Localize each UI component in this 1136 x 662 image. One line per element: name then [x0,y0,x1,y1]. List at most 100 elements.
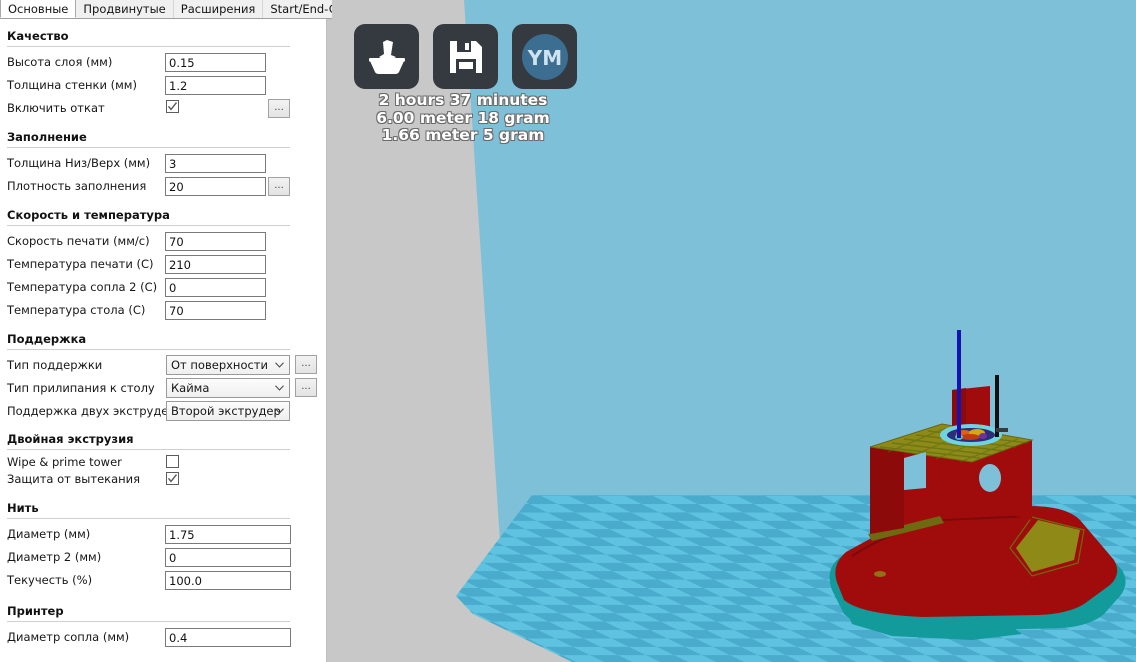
field-row-filament-flow: Текучесть (%) [0,569,326,592]
divider [7,147,290,148]
antenna-dark [995,375,999,437]
field-row-ooze-shield: Защита от вытекания [0,471,326,488]
estimate-material-2: 1.66 meter 5 gram [381,126,545,144]
field-row-print-temperature: Температура печати (C) [0,253,326,276]
mast-blue [957,330,961,438]
settings-tab-strip: Основные Продвинутые Расширения Start/En… [0,0,376,19]
group-support: Поддержка Тип поддержки От поверхности .… [0,322,326,423]
support-type-value: От поверхности [171,358,268,372]
layer-height-label: Высота слоя (мм) [7,55,113,69]
field-row-fill-density: Плотность заполнения ... [0,175,326,198]
wipe-prime-tower-checkbox[interactable] [166,455,179,468]
divider [7,46,290,47]
fill-density-input[interactable] [165,177,266,196]
support-type-select[interactable]: От поверхности [166,355,290,375]
chevron-down-icon [275,385,284,391]
divider [7,621,290,622]
fill-density-label: Плотность заполнения [7,179,147,193]
filament-flow-input[interactable] [165,571,291,590]
support-type-label: Тип поддержки [7,358,103,372]
group-filament-title: Нить [7,501,39,515]
platform-adhesion-select[interactable]: Кайма [166,378,290,398]
youmagine-icon: YM [521,33,568,80]
group-speed-temperature: Скорость и температура Скорость печати (… [0,198,326,322]
viewport-toolbar: YM [354,24,577,89]
field-row-bottom-top-thickness: Толщина Низ/Верх (мм) [0,152,326,175]
bed-temperature-label: Температура стола (C) [7,303,146,317]
group-dual-extrusion-title: Двойная экструзия [7,432,134,446]
field-row-nozzle2-temperature: Температура сопла 2 (C) [0,276,326,299]
settings-panel: Качество Высота слоя (мм) Толщина стенки… [0,19,327,662]
divider [7,449,290,450]
group-dual-extrusion: Двойная экструзия Wipe & prime tower Защ… [0,423,326,488]
chevron-down-icon [275,408,284,414]
estimate-material-1: 6.00 meter 18 gram [376,108,550,127]
dual-extrusion-support-select[interactable]: Второй экструдер [166,401,290,421]
divider [7,518,290,519]
svg-text:YM: YM [526,46,561,70]
field-row-support-type: Тип поддержки От поверхности ... [0,354,326,377]
group-quality-title: Качество [7,29,69,43]
filament-diameter2-input[interactable] [165,548,291,567]
tab-advanced[interactable]: Продвинутые [75,0,174,18]
print-speed-label: Скорость печати (мм/с) [7,234,150,248]
divider [7,225,290,226]
field-row-nozzle-size: Диаметр сопла (мм) [0,626,326,649]
settings-sidebar: Основные Продвинутые Расширения Start/En… [0,0,376,662]
group-filament: Нить Диаметр (мм) Диаметр 2 (мм) Текучес… [0,488,326,592]
tab-plugins[interactable]: Расширения [172,0,264,18]
fill-density-more-button[interactable]: ... [268,177,290,196]
nozzle2-temperature-input[interactable] [165,278,266,297]
hull-detail [874,571,886,577]
checkmark-icon [167,474,178,483]
print-speed-input[interactable] [165,232,266,251]
checkmark-icon [167,102,178,111]
3d-viewport[interactable]: YM 2 hours 37 minutes 6.00 meter 18 gram… [332,0,1136,662]
print-estimate-info: 2 hours 37 minutes 6.00 meter 18 gram 1.… [348,91,578,145]
enable-retraction-label: Включить откат [7,101,105,115]
window-right-porthole [979,464,1001,492]
filament-diameter-input[interactable] [165,525,291,544]
window-left [904,452,926,490]
bed-temperature-input[interactable] [165,301,266,320]
youmagine-button[interactable]: YM [512,24,577,89]
field-row-platform-adhesion: Тип прилипания к столу Кайма ... [0,377,326,400]
chevron-down-icon [275,362,284,368]
dual-extrusion-support-label: Поддержка двух экструдеров [7,404,190,418]
group-support-title: Поддержка [7,332,87,346]
layer-height-input[interactable] [165,53,266,72]
print-temperature-input[interactable] [165,255,266,274]
save-toolpath-icon [449,40,482,73]
filament-flow-label: Текучесть (%) [7,573,93,587]
field-row-wipe-prime-tower: Wipe & prime tower [0,454,326,471]
save-toolpath-button[interactable] [433,24,498,89]
wipe-prime-tower-label: Wipe & prime tower [7,455,122,469]
group-quality: Качество Высота слоя (мм) Толщина стенки… [0,19,326,120]
field-row-layer-height: Высота слоя (мм) [0,51,326,74]
cura-window: Основные Продвинутые Расширения Start/En… [0,0,1136,662]
field-row-print-speed: Скорость печати (мм/с) [0,230,326,253]
nozzle2-temperature-label: Температура сопла 2 (C) [7,280,158,294]
wall-thickness-input[interactable] [165,76,266,95]
enable-retraction-checkbox[interactable] [166,100,179,113]
nozzle-size-input[interactable] [165,628,291,647]
bottom-top-thickness-input[interactable] [165,154,266,173]
platform-adhesion-label: Тип прилипания к столу [7,381,155,395]
tab-basic[interactable]: Основные [0,0,77,18]
field-row-bed-temperature: Температура стола (C) [0,299,326,322]
field-row-filament-diameter2: Диаметр 2 (мм) [0,546,326,569]
load-model-button[interactable] [354,24,419,89]
ooze-shield-checkbox[interactable] [166,472,179,485]
divider [7,349,290,350]
enable-retraction-more-button[interactable]: ... [268,99,290,118]
group-fill: Заполнение Толщина Низ/Верх (мм) Плотнос… [0,120,326,198]
group-speed-temperature-title: Скорость и температура [7,208,170,222]
support-type-more-button[interactable]: ... [295,355,317,374]
platform-adhesion-more-button[interactable]: ... [295,378,317,397]
group-printer: Принтер Диаметр сопла (мм) [0,592,326,649]
field-row-dual-extrusion-support: Поддержка двух экструдеров Второй экстру… [0,400,326,423]
group-fill-title: Заполнение [7,130,87,144]
platform-adhesion-value: Кайма [171,381,210,395]
dual-extrusion-support-value: Второй экструдер [171,404,281,418]
filament-diameter2-label: Диаметр 2 (мм) [7,550,102,564]
